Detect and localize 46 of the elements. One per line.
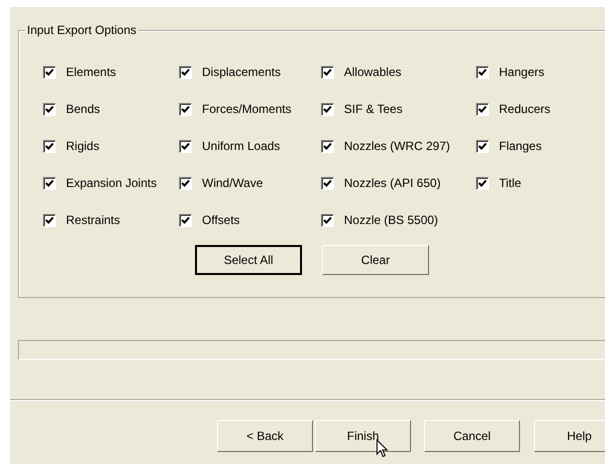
- option-checkbox[interactable]: Wind/Wave: [179, 174, 263, 192]
- option-checkbox[interactable]: Uniform Loads: [179, 137, 280, 155]
- checkbox-icon[interactable]: [321, 140, 334, 152]
- dialog-button[interactable]: Clear: [322, 245, 429, 275]
- group-title: Input Export Options: [25, 23, 138, 37]
- checkbox-icon[interactable]: [43, 102, 56, 116]
- dialog-button[interactable]: Help: [534, 420, 605, 452]
- option-checkbox[interactable]: Nozzles (API 650): [321, 174, 441, 192]
- checkbox-icon[interactable]: [43, 214, 56, 226]
- mouse-cursor-icon: [376, 439, 388, 458]
- option-checkbox[interactable]: Restraints: [43, 211, 120, 229]
- option-checkbox[interactable]: Expansion Joints: [43, 174, 157, 192]
- option-checkbox[interactable]: Reducers: [476, 100, 550, 118]
- option-checkbox[interactable]: Nozzles (WRC 297): [321, 137, 450, 155]
- checkbox-icon[interactable]: [43, 176, 56, 190]
- checkbox-icon[interactable]: [179, 140, 192, 152]
- option-checkbox[interactable]: Displacements: [179, 63, 281, 81]
- option-checkbox[interactable]: Allowables: [321, 63, 402, 81]
- checkbox-icon[interactable]: [321, 176, 334, 190]
- option-checkbox[interactable]: Rigids: [43, 137, 100, 155]
- checkbox-icon[interactable]: [476, 176, 489, 190]
- checkbox-icon[interactable]: [179, 176, 192, 190]
- checkbox-icon[interactable]: [476, 140, 489, 152]
- option-checkbox[interactable]: Flanges: [476, 137, 542, 155]
- option-checkbox[interactable]: Elements: [43, 63, 116, 81]
- checkbox-icon[interactable]: [321, 66, 334, 78]
- checkbox-icon[interactable]: [476, 66, 489, 78]
- checkbox-icon[interactable]: [179, 214, 192, 226]
- checkbox-icon[interactable]: [476, 102, 489, 116]
- dialog-button[interactable]: Select All: [195, 245, 302, 275]
- dialog-button[interactable]: < Back: [217, 420, 313, 452]
- option-checkbox[interactable]: Hangers: [476, 63, 544, 81]
- option-checkbox[interactable]: Nozzle (BS 5500): [321, 211, 438, 229]
- checkbox-icon[interactable]: [321, 214, 334, 226]
- option-checkbox[interactable]: Forces/Moments: [179, 100, 292, 118]
- checkbox-icon[interactable]: [43, 140, 56, 152]
- checkbox-icon[interactable]: [179, 66, 192, 78]
- option-checkbox[interactable]: Bends: [43, 100, 100, 118]
- dialog-button[interactable]: Cancel: [424, 420, 520, 452]
- option-checkbox[interactable]: Title: [476, 174, 522, 192]
- checkbox-icon[interactable]: [43, 66, 56, 78]
- checkbox-icon[interactable]: [179, 102, 192, 116]
- option-checkbox[interactable]: Offsets: [179, 211, 240, 229]
- checkbox-icon[interactable]: [321, 102, 334, 116]
- dialog-button[interactable]: Finish: [315, 420, 411, 452]
- option-checkbox[interactable]: SIF & Tees: [321, 100, 402, 118]
